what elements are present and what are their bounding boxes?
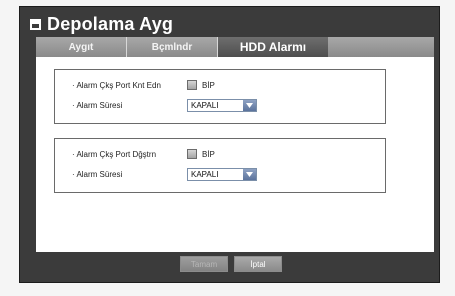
- alarm-duration-row: · Alarm Süresi KAPALI: [72, 98, 257, 112]
- cancel-button[interactable]: İptal: [234, 256, 282, 272]
- alarm-duration-select[interactable]: KAPALI: [187, 167, 257, 181]
- beep-checkbox[interactable]: [187, 149, 197, 159]
- alarm-duration-label: · Alarm Süresi: [72, 169, 123, 179]
- alarm-group-hdd-check: · Alarm Çkş Port Knt Edn BİP · Alarm Sür…: [54, 69, 386, 124]
- chevron-down-icon[interactable]: [243, 168, 256, 180]
- alarm-duration-value: KAPALI: [191, 169, 219, 179]
- alarm-duration-label: · Alarm Süresi: [72, 100, 123, 110]
- tab-hdd-alarm[interactable]: HDD Alarmı: [218, 37, 328, 57]
- chevron-down-icon[interactable]: [243, 99, 256, 111]
- beep-checkbox-label: BİP: [202, 80, 215, 90]
- alarm-output-row: · Alarm Çkş Port Knt Edn BİP: [72, 78, 215, 92]
- tab-partitions[interactable]: Bçmlndr: [127, 37, 218, 57]
- alarm-output-row: · Alarm Çkş Port Dğştrn BİP: [72, 147, 215, 161]
- alarm-group-hdd-change: · Alarm Çkş Port Dğştrn BİP · Alarm Süre…: [54, 138, 386, 193]
- storage-settings-window: Depolama Ayg Aygıt Bçmlndr HDD Alarmı · …: [19, 6, 440, 283]
- dialog-footer: Tamam İptal: [20, 252, 439, 282]
- window-title: Depolama Ayg: [47, 13, 174, 34]
- tab-bar: Aygıt Bçmlndr HDD Alarmı: [36, 37, 434, 57]
- hdd-alarm-panel: · Alarm Çkş Port Knt Edn BİP · Alarm Sür…: [36, 57, 434, 252]
- window-title-bar: Depolama Ayg: [30, 11, 173, 37]
- menu-window-icon: [30, 18, 41, 30]
- tab-bar-filler: [328, 37, 434, 57]
- alarm-duration-row: · Alarm Süresi KAPALI: [72, 167, 257, 181]
- beep-checkbox-label: BİP: [202, 149, 215, 159]
- alarm-duration-select[interactable]: KAPALI: [187, 98, 257, 112]
- alarm-output-label: · Alarm Çkş Port Dğştrn: [72, 149, 157, 159]
- alarm-output-label: · Alarm Çkş Port Knt Edn: [72, 80, 161, 90]
- ok-button[interactable]: Tamam: [180, 256, 228, 272]
- tab-device[interactable]: Aygıt: [36, 37, 127, 57]
- beep-checkbox[interactable]: [187, 80, 197, 90]
- alarm-duration-value: KAPALI: [191, 100, 219, 110]
